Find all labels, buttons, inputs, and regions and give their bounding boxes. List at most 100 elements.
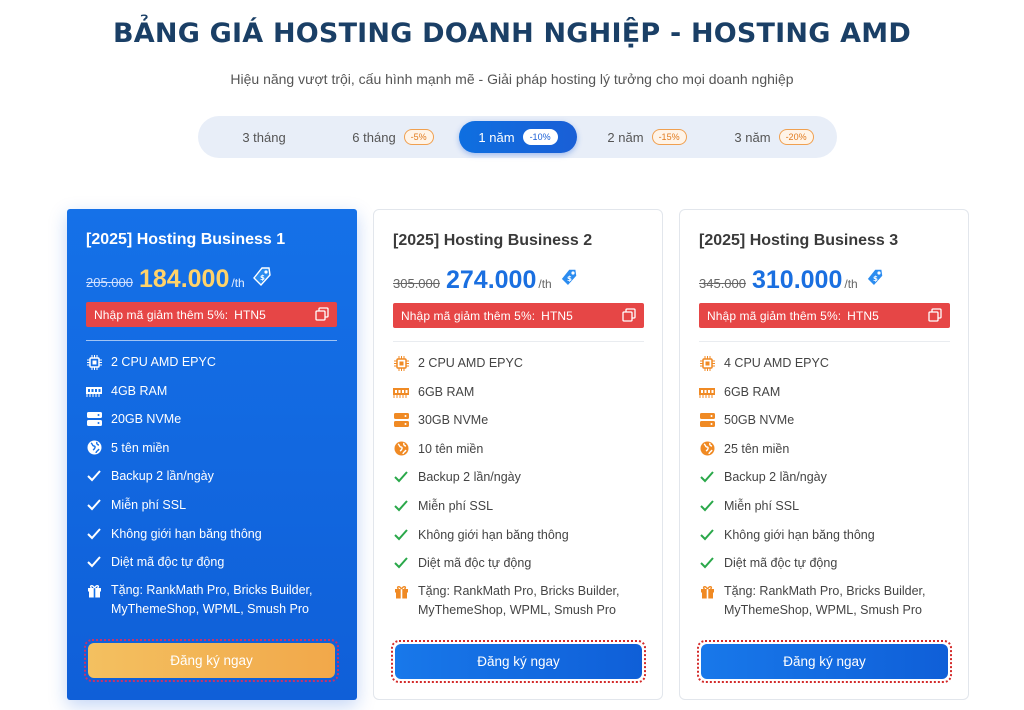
check-icon — [86, 554, 102, 570]
feature-list: 2 CPU AMD EPYC 6GB RAM 30GB NVMe 10 tên … — [393, 355, 653, 628]
coupon-label: Nhập mã giảm thêm 5%: — [94, 307, 229, 322]
discount-badge: -15% — [651, 129, 687, 145]
divider — [393, 341, 644, 342]
divider — [699, 341, 950, 342]
plan-card-business-1: [2025] Hosting Business 1 205.000 184.00… — [67, 209, 357, 700]
page-subtitle: Hiệu năng vượt trội, cấu hình mạnh mẽ - … — [230, 71, 794, 87]
gift-text-line-1: Tặng: RankMath Pro, Bricks Builder, — [724, 583, 926, 598]
tab-label: 2 năm — [607, 129, 644, 145]
feature-malware: Diệt mã độc tự động — [86, 554, 346, 583]
feature-text: Miễn phí SSL — [418, 498, 494, 513]
feature-text: 2 CPU AMD EPYC — [418, 356, 523, 370]
gift-text-line-2: MyThemeShop, WPML, Smush Pro — [418, 602, 616, 617]
server-icon — [393, 412, 409, 428]
feature-storage: 30GB NVMe — [393, 412, 653, 441]
coupon-label: Nhập mã giảm thêm 5%: — [401, 308, 536, 323]
plan-card-business-2: [2025] Hosting Business 2 305.000 274.00… — [373, 209, 663, 700]
feature-text: Diệt mã độc tự động — [418, 556, 532, 571]
feature-text: Không giới hạn băng thông — [418, 527, 569, 542]
price-tag-icon: $ — [865, 268, 884, 293]
check-icon — [699, 498, 715, 514]
globe-icon — [393, 441, 409, 457]
plan-name: [2025] Hosting Business 2 — [393, 232, 593, 249]
copy-icon[interactable] — [622, 308, 636, 325]
current-price: 310.000 — [752, 266, 843, 294]
old-price: 205.000 — [86, 275, 133, 290]
feature-text: 4 CPU AMD EPYC — [724, 356, 829, 370]
check-icon — [86, 468, 102, 484]
svg-text:$: $ — [260, 274, 265, 282]
feature-text: Không giới hạn băng thông — [111, 526, 262, 541]
tab-label: 6 tháng — [352, 129, 396, 145]
gift-text-line-1: Tặng: RankMath Pro, Bricks Builder, — [418, 583, 620, 598]
feature-backup: Backup 2 lần/ngày — [393, 469, 653, 498]
globe-icon — [699, 441, 715, 457]
register-button[interactable]: Đăng ký ngay — [88, 643, 335, 678]
feature-malware: Diệt mã độc tự động — [699, 555, 959, 584]
copy-icon[interactable] — [315, 307, 329, 324]
feature-text: Backup 2 lần/ngày — [418, 470, 521, 485]
cpu-icon — [699, 355, 715, 371]
feature-text: 4GB RAM — [111, 383, 168, 398]
feature-ram: 4GB RAM — [86, 383, 346, 412]
coupon-label: Nhập mã giảm thêm 5%: — [707, 308, 842, 323]
coupon-banner: Nhập mã giảm thêm 5%: HTN5 — [86, 302, 337, 327]
feature-text: Backup 2 lần/ngày — [111, 469, 214, 484]
tab-6-months[interactable]: 6 tháng -5% — [334, 121, 452, 153]
feature-list: 4 CPU AMD EPYC 6GB RAM 50GB NVMe 25 tên … — [699, 355, 959, 628]
feature-gift: Tặng: RankMath Pro, Bricks Builder, MyTh… — [699, 584, 959, 628]
feature-cpu: 2 CPU AMD EPYC — [393, 355, 653, 384]
server-icon — [86, 411, 102, 427]
price-tag-icon: $ — [252, 267, 271, 292]
register-button-wrapper: Đăng ký ngay — [697, 640, 952, 683]
feature-ram: 6GB RAM — [699, 384, 959, 413]
tab-1-year[interactable]: 1 năm -10% — [459, 121, 577, 153]
feature-backup: Backup 2 lần/ngày — [86, 468, 346, 497]
feature-text: 20GB NVMe — [111, 412, 182, 427]
register-button[interactable]: Đăng ký ngay — [395, 644, 642, 679]
discount-badge: -20% — [778, 129, 814, 145]
register-button[interactable]: Đăng ký ngay — [701, 644, 948, 679]
server-icon — [699, 412, 715, 428]
check-icon — [699, 527, 715, 543]
check-icon — [393, 555, 409, 571]
tab-2-years[interactable]: 2 năm -15% — [588, 121, 706, 153]
feature-bandwidth: Không giới hạn băng thông — [699, 527, 959, 556]
billing-period-tabs: 3 tháng 6 tháng -5% 1 năm -10% 2 năm -15… — [198, 116, 837, 158]
register-button-wrapper: Đăng ký ngay — [84, 639, 339, 682]
discount-badge: -5% — [403, 129, 434, 145]
tab-label: 1 năm — [478, 129, 515, 145]
globe-icon — [86, 440, 102, 456]
feature-text: 50GB NVMe — [724, 413, 795, 428]
cpu-icon — [393, 355, 409, 371]
feature-ssl: Miễn phí SSL — [86, 497, 346, 526]
old-price: 305.000 — [393, 276, 440, 291]
coupon-code: HTN5 — [234, 307, 266, 322]
feature-text: 25 tên miền — [724, 441, 790, 456]
tab-3-months[interactable]: 3 tháng — [206, 121, 322, 153]
feature-domains: 5 tên miền — [86, 440, 346, 469]
gift-icon — [393, 584, 409, 600]
feature-text: Miễn phí SSL — [724, 498, 800, 513]
feature-gift: Tặng: RankMath Pro, Bricks Builder, MyTh… — [393, 584, 653, 628]
check-icon — [393, 469, 409, 485]
svg-text:$: $ — [567, 275, 572, 283]
copy-icon[interactable] — [928, 308, 942, 325]
register-button-wrapper: Đăng ký ngay — [391, 640, 646, 683]
page-title: BẢNG GIÁ HOSTING DOANH NGHIỆP - HOSTING … — [113, 18, 911, 49]
feature-text: Diệt mã độc tự động — [111, 555, 225, 570]
price-period: /th — [538, 277, 552, 291]
coupon-banner: Nhập mã giảm thêm 5%: HTN5 — [393, 303, 644, 328]
ram-icon — [86, 383, 102, 399]
price-row: 345.000 310.000 /th $ — [699, 266, 884, 295]
feature-text: 10 tên miền — [418, 441, 484, 456]
coupon-banner: Nhập mã giảm thêm 5%: HTN5 — [699, 303, 950, 328]
feature-bandwidth: Không giới hạn băng thông — [393, 527, 653, 556]
plan-card-business-3: [2025] Hosting Business 3 345.000 310.00… — [679, 209, 969, 700]
check-icon — [86, 497, 102, 513]
check-icon — [393, 498, 409, 514]
feature-storage: 50GB NVMe — [699, 412, 959, 441]
svg-text:$: $ — [873, 275, 878, 283]
gift-text-line-2: MyThemeShop, WPML, Smush Pro — [724, 602, 922, 617]
tab-3-years[interactable]: 3 năm -20% — [715, 121, 833, 153]
